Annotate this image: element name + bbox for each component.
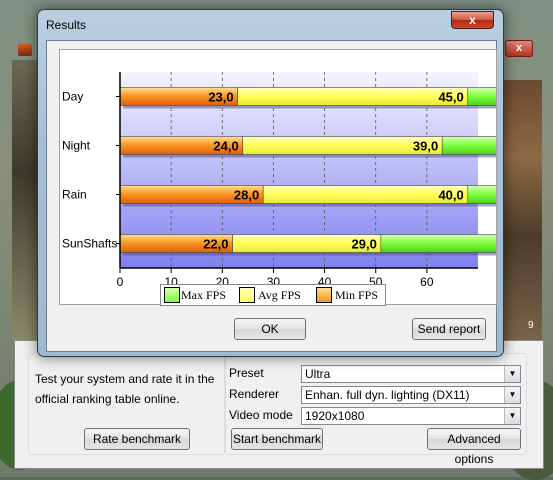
data-label-min-fps: 22,0 (203, 237, 228, 252)
legend-label-min: Min FPS (335, 288, 379, 302)
bar-avg-fps (237, 87, 469, 106)
data-label-avg-fps: 29,0 (352, 237, 377, 252)
rate-benchmark-button[interactable]: Rate benchmark (84, 428, 190, 450)
rate-description-line2: official ranking table online. (35, 392, 180, 406)
category-label: Night (62, 139, 91, 153)
data-label-avg-fps: 45,0 (438, 90, 463, 105)
send-report-button[interactable]: Send report (412, 318, 486, 340)
chart-legend: Max FPS Avg FPS Min FPS (160, 284, 386, 306)
dialog-title: Results (46, 18, 87, 32)
video-mode-select[interactable]: 1920x1080 ▼ (301, 407, 521, 425)
run-benchmark-group: Run benchmark Preset Ultra ▼ Renderer En… (225, 347, 527, 466)
background-photo-right: 9 (500, 80, 542, 340)
chevron-down-icon[interactable]: ▼ (504, 387, 520, 403)
renderer-value: Enhan. full dyn. lighting (DX11) (305, 388, 470, 402)
advanced-options-button[interactable]: Advanced options (427, 428, 521, 466)
data-label-min-fps: 24,0 (213, 139, 238, 154)
legend-swatch-avg (239, 287, 255, 303)
chevron-down-icon[interactable]: ▼ (504, 408, 520, 424)
preset-label: Preset (229, 366, 264, 380)
data-label-avg-fps: 40,0 (438, 188, 463, 203)
rate-benchmark-group: Rate benchmark Test your system and rate… (28, 347, 225, 455)
dialog-client-area: 23,045,063,024,039,055,028,040,056,022,0… (46, 40, 497, 352)
corner-digit: 9 (528, 320, 534, 331)
category-label: Day (62, 90, 83, 104)
main-panel: Rate benchmark Test your system and rate… (14, 340, 544, 469)
legend-label-max: Max FPS (181, 288, 227, 302)
bar-max-fps (380, 234, 496, 253)
bar-max-fps (441, 136, 496, 155)
preset-select[interactable]: Ultra ▼ (301, 365, 521, 383)
chart-panel: 23,045,063,024,039,055,028,040,056,022,0… (59, 49, 497, 306)
data-label-avg-fps: 39,0 (413, 139, 438, 154)
category-label: Rain (62, 188, 87, 202)
data-label-min-fps: 28,0 (234, 188, 259, 203)
x-tick-label: 0 (117, 275, 124, 289)
bar-max-fps (467, 87, 496, 106)
close-icon[interactable]: x (451, 11, 494, 29)
fps-chart: 23,045,063,024,039,055,028,040,056,022,0… (62, 72, 496, 289)
legend-swatch-max (164, 287, 180, 303)
renderer-label: Renderer (229, 387, 280, 401)
ok-button[interactable]: OK (234, 318, 306, 340)
x-tick-label: 60 (420, 275, 434, 289)
chevron-down-icon[interactable]: ▼ (504, 366, 520, 382)
start-benchmark-button[interactable]: Start benchmark (231, 428, 323, 450)
data-label-min-fps: 23,0 (208, 90, 233, 105)
main-close-button[interactable]: x (505, 40, 533, 57)
legend-label-avg: Avg FPS (258, 288, 301, 302)
legend-swatch-min (316, 287, 332, 303)
rate-description-line1: Test your system and rate it in the (35, 372, 215, 386)
bar-avg-fps (262, 185, 469, 204)
category-label: SunShafts (62, 237, 117, 251)
preset-value: Ultra (305, 367, 331, 381)
results-dialog: Results x 23,0 45,0 24,0 39,0 28,0 40,0 … (37, 9, 504, 357)
video-mode-label: Video mode (229, 408, 293, 422)
renderer-select[interactable]: Enhan. full dyn. lighting (DX11) ▼ (301, 386, 521, 404)
video-mode-value: 1920x1080 (305, 409, 365, 423)
app-icon (18, 44, 32, 56)
bar-max-fps (467, 185, 496, 204)
